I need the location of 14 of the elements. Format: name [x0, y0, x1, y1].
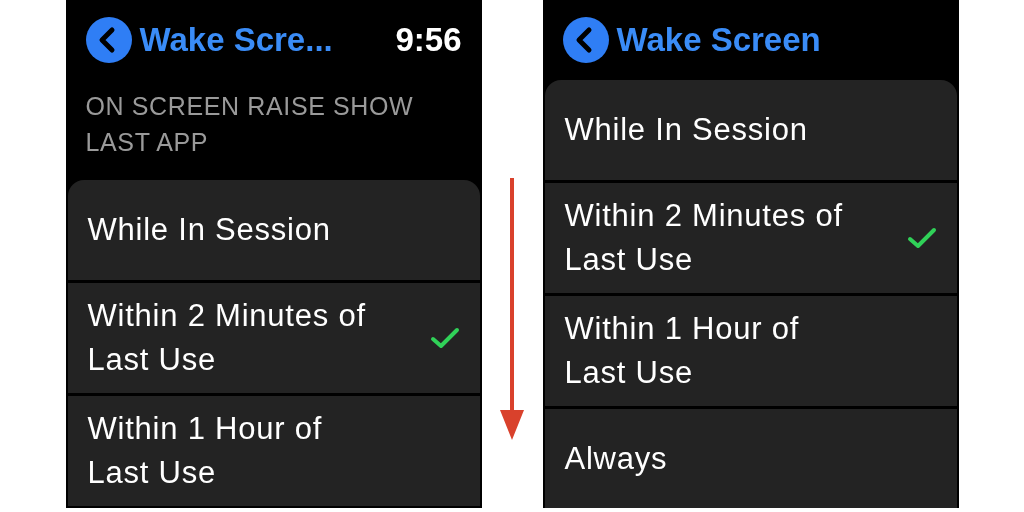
option-row[interactable]: Within 1 Hour of Last Use — [544, 296, 957, 406]
screen-title: Wake Screen — [616, 20, 821, 61]
option-row[interactable]: Within 2 Minutes of Last Use — [67, 283, 480, 393]
clock-time: 9:56 — [395, 20, 462, 61]
option-row[interactable]: Within 1 Hour of Last Use — [67, 396, 480, 506]
option-row[interactable]: Always — [544, 409, 957, 508]
back-icon[interactable] — [562, 17, 609, 63]
option-row[interactable]: Within 2 Minutes of Last Use — [544, 183, 957, 293]
option-row[interactable]: While In Session — [67, 180, 480, 280]
option-row[interactable]: While In Session — [544, 80, 957, 180]
back-icon[interactable] — [85, 17, 132, 63]
down-arrow-icon — [499, 178, 525, 440]
screen-title: Wake Scre... — [139, 20, 333, 61]
section-header: ON SCREEN RAISE SHOW LAST APP — [85, 91, 415, 158]
